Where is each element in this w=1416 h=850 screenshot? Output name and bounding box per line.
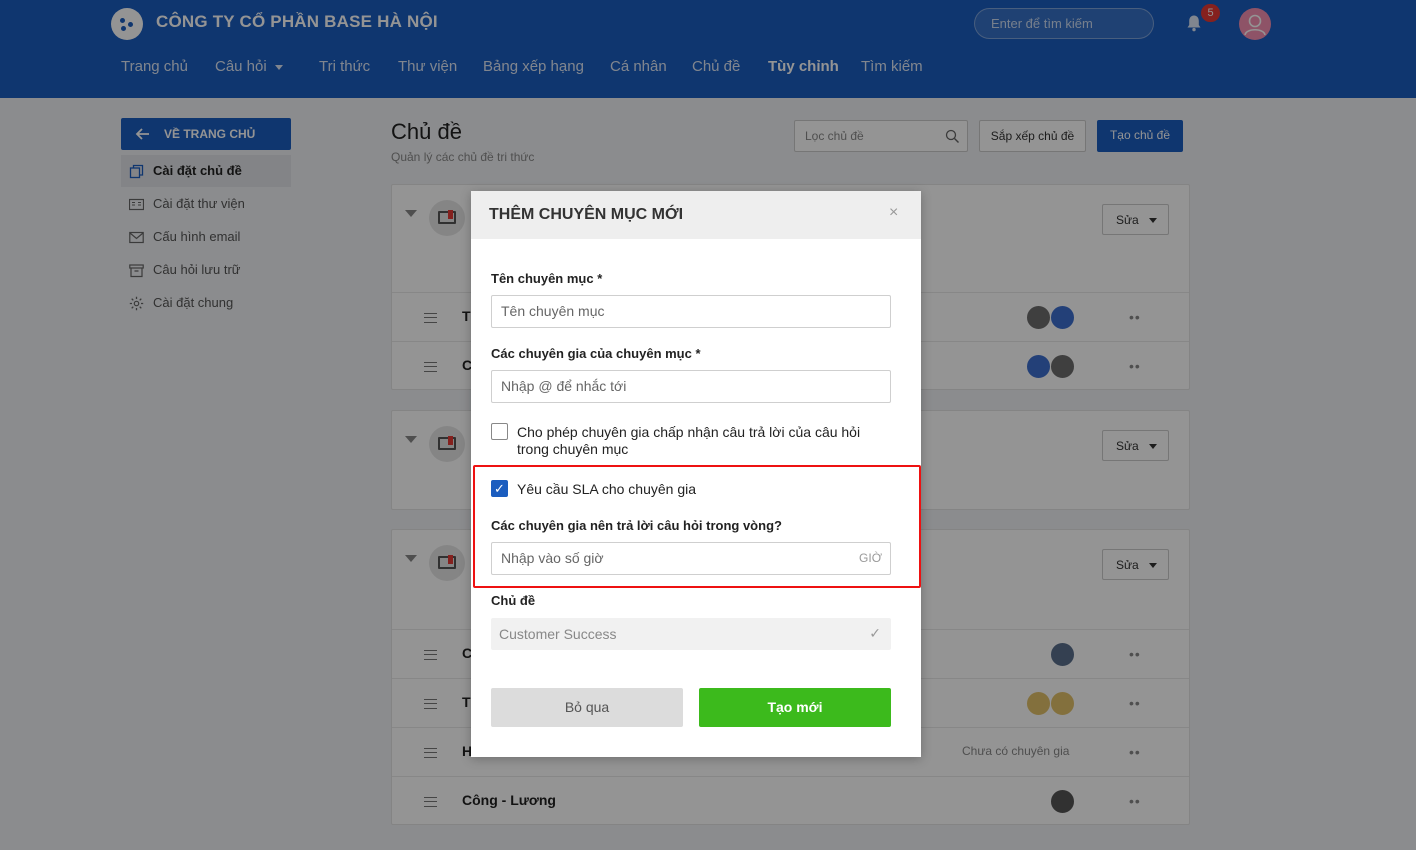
hours-unit: GIỜ	[859, 551, 882, 565]
modal-header: THÊM CHUYÊN MỤC MỚI ×	[471, 191, 921, 239]
topic-select: Customer Success ✓	[491, 618, 891, 650]
sla-hours-placeholder: Nhập vào số giờ	[501, 550, 604, 566]
category-name-label: Tên chuyên mục *	[491, 271, 603, 286]
sla-hours-input[interactable]: Nhập vào số giờ GIỜ	[491, 542, 891, 575]
skip-button[interactable]: Bỏ qua	[491, 688, 683, 727]
sla-checkbox[interactable]: ✓	[491, 480, 508, 497]
check-icon: ✓	[869, 625, 881, 641]
modal-title: THÊM CHUYÊN MỤC MỚI	[489, 206, 684, 223]
create-new-button[interactable]: Tạo mới	[699, 688, 891, 727]
close-icon[interactable]: ×	[889, 204, 898, 222]
add-category-modal: THÊM CHUYÊN MỤC MỚI × Tên chuyên mục * T…	[471, 191, 921, 757]
topic-select-value: Customer Success	[499, 626, 617, 642]
topic-label: Chủ đề	[491, 593, 536, 608]
experts-label: Các chuyên gia của chuyên mục *	[491, 346, 701, 361]
allow-accept-label[interactable]: Cho phép chuyên gia chấp nhận câu trả lờ…	[517, 424, 877, 458]
experts-mention-input[interactable]: Nhập @ để nhắc tới	[491, 370, 891, 403]
allow-accept-checkbox[interactable]	[491, 423, 508, 440]
category-name-input[interactable]: Tên chuyên mục	[491, 295, 891, 328]
sla-label[interactable]: Yêu cầu SLA cho chuyên gia	[517, 481, 877, 498]
sla-hours-label: Các chuyên gia nên trả lời câu hỏi trong…	[491, 518, 782, 533]
